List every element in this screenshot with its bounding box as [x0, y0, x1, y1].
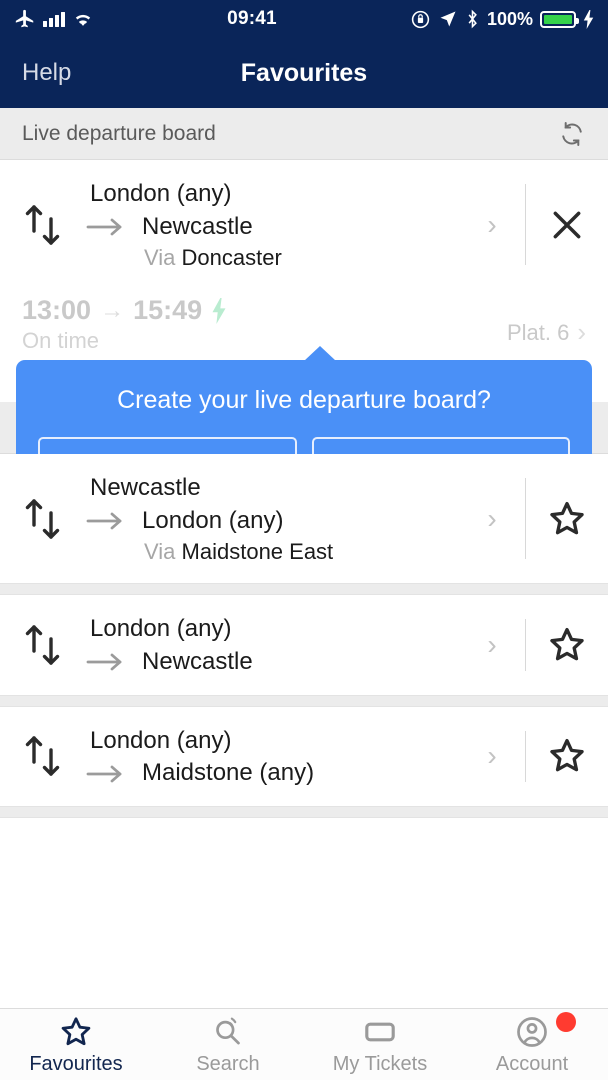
- departure-times-block: 13:00 → 15:49 On time: [22, 295, 227, 354]
- journey-direction-arrow-icon: [86, 651, 126, 673]
- page-title: Favourites: [240, 58, 368, 87]
- times-arrow: →: [100, 296, 125, 324]
- departure-times: 13:00 → 15:49: [22, 295, 227, 326]
- tab-favourites[interactable]: Favourites: [0, 1014, 152, 1076]
- arrive-time: 15:49: [133, 295, 203, 326]
- journey-to-line: Maidstone (any): [86, 757, 459, 790]
- favourite-button[interactable]: [526, 707, 608, 806]
- battery-icon: [540, 10, 579, 28]
- rotation-lock-icon: [410, 9, 431, 30]
- bluetooth-icon: [465, 9, 480, 29]
- recent-row-body: Newcastle London (any) Via Maidstone Eas…: [86, 454, 459, 583]
- favourite-button[interactable]: [526, 595, 608, 694]
- lightning-bolt-icon: [211, 297, 227, 324]
- journey-to: London (any): [142, 506, 284, 534]
- journey-direction-arrow-icon: [86, 763, 126, 785]
- journey-from: London (any): [90, 726, 232, 754]
- platform-label: Plat. 6: [506, 319, 570, 345]
- journey-via-word: Via: [144, 539, 176, 565]
- live-journey-body: London (any) Newcastle Via Doncaster: [86, 160, 459, 289]
- recent-row-body: London (any) Maidstone (any): [86, 707, 459, 806]
- status-bar-right: 100%: [410, 9, 594, 30]
- journey-via-station: Doncaster: [181, 245, 282, 271]
- journey-from: London (any): [90, 615, 232, 643]
- tab-search[interactable]: Search: [152, 1014, 304, 1076]
- row-separator-band: [0, 805, 608, 818]
- journey-via-word: Via: [144, 245, 176, 271]
- journey-via-line: Via Doncaster: [86, 243, 459, 273]
- journey-chevron-icon[interactable]: ›: [459, 454, 525, 583]
- journey-direction-arrow-icon: [86, 510, 126, 532]
- journey-to-line: London (any): [86, 505, 459, 538]
- star-icon: [58, 1014, 94, 1050]
- wifi-icon: [72, 10, 94, 28]
- nav-bar: Help Favourites: [0, 38, 608, 108]
- live-departure-board-label: Live departure board: [22, 121, 216, 145]
- platform-chevron-icon[interactable]: ›: [577, 317, 586, 348]
- swap-arrows-icon[interactable]: [0, 160, 86, 289]
- ticket-icon: [362, 1014, 398, 1050]
- live-search-icon: [210, 1014, 246, 1050]
- live-journey-row[interactable]: London (any) Newcastle Via Doncaster ›: [0, 160, 608, 290]
- star-outline-icon[interactable]: [546, 498, 588, 540]
- account-notification-badge: [556, 1011, 576, 1032]
- journey-to: Maidstone (any): [142, 759, 315, 787]
- recent-search-row[interactable]: London (any) Maidstone (any) ›: [0, 706, 608, 806]
- status-bar: 09:41 100%: [0, 0, 608, 38]
- account-icon: [514, 1014, 550, 1050]
- tab-bar: Favourites Search My Tickets Account: [0, 1008, 608, 1080]
- favourite-button[interactable]: [526, 454, 608, 583]
- refresh-icon[interactable]: [558, 120, 586, 148]
- journey-chevron-icon[interactable]: ›: [459, 160, 525, 289]
- platform-info[interactable]: Plat. 6 ›: [507, 317, 586, 348]
- journey-to-line: Newcastle: [86, 646, 459, 679]
- journey-from: Newcastle: [90, 474, 201, 502]
- signal-bars-icon: [43, 11, 65, 27]
- status-bar-left: [14, 8, 94, 30]
- journey-to: Newcastle: [142, 212, 253, 240]
- tab-label-account: Account: [495, 1052, 569, 1075]
- app-root: 09:41 100% Help Favourites Live departur…: [0, 0, 608, 1080]
- swap-arrows-icon[interactable]: [0, 595, 86, 694]
- location-arrow-icon: [438, 9, 458, 29]
- row-separator-band: [0, 583, 608, 596]
- tab-label-search: Search: [196, 1052, 260, 1075]
- journey-from: London (any): [90, 180, 232, 207]
- close-icon[interactable]: [547, 205, 587, 245]
- journey-via-station: Maidstone East: [181, 539, 334, 565]
- tooltip-title: Create your live departure board?: [117, 386, 491, 414]
- charging-bolt-icon: [583, 9, 594, 29]
- remove-journey-button[interactable]: [526, 160, 608, 289]
- journey-to: Newcastle: [142, 647, 253, 675]
- journey-chevron-icon[interactable]: ›: [459, 707, 525, 806]
- journey-chevron-icon[interactable]: ›: [459, 595, 525, 694]
- recent-row-body: London (any) Newcastle: [86, 595, 459, 694]
- star-outline-icon[interactable]: [546, 735, 588, 777]
- journey-to-line: Newcastle: [86, 211, 459, 244]
- help-button[interactable]: Help: [22, 59, 71, 87]
- recent-search-row[interactable]: London (any) Newcastle ›: [0, 595, 608, 695]
- recent-search-row[interactable]: Newcastle London (any) Via Maidstone Eas…: [0, 454, 608, 584]
- live-departure-board-header: Live departure board: [0, 108, 608, 160]
- depart-time: 13:00: [22, 295, 92, 326]
- battery-percent-label: 100%: [486, 8, 533, 29]
- tab-label-my-tickets: My Tickets: [332, 1052, 428, 1075]
- swap-arrows-icon[interactable]: [0, 454, 86, 583]
- tab-label-favourites: Favourites: [29, 1052, 123, 1075]
- star-outline-icon[interactable]: [546, 624, 588, 666]
- departure-status: On time: [22, 328, 100, 354]
- tab-my-tickets[interactable]: My Tickets: [304, 1014, 456, 1076]
- status-bar-clock: 09:41: [227, 8, 277, 29]
- journey-via-line: Via Maidstone East: [86, 537, 459, 567]
- swap-arrows-icon[interactable]: [0, 707, 86, 806]
- row-separator-band: [0, 694, 608, 707]
- airplane-icon: [14, 8, 36, 30]
- journey-direction-arrow-icon: [86, 216, 126, 238]
- tab-account[interactable]: Account: [456, 1011, 608, 1076]
